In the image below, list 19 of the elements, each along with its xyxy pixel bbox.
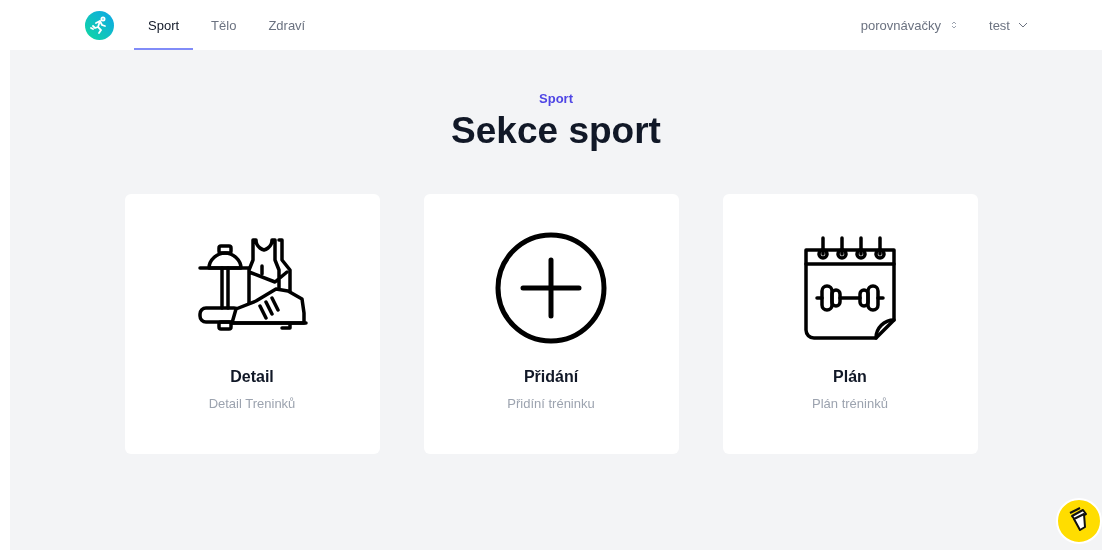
nav-tab[interactable]: Zdraví — [254, 0, 320, 50]
card-title: Přidání — [523, 368, 579, 386]
section-label: Sport — [539, 91, 573, 106]
logo-icon[interactable] — [85, 10, 114, 40]
coffee-button[interactable] — [1056, 498, 1102, 544]
page-title: Sekce sport — [451, 110, 661, 152]
card-link[interactable]: Plán Plán tréninků — [722, 194, 978, 454]
card-subtitle: Detail Treninků — [208, 396, 296, 411]
card-link[interactable]: Přidání Přidíní tréninku — [423, 194, 679, 454]
plus-circle-icon — [493, 230, 609, 346]
card-title: Detail — [230, 368, 274, 386]
card-subtitle: Přidíní tréninku — [507, 396, 595, 411]
selector-dropdown[interactable]: porovnávačky — [860, 17, 960, 33]
card-title: Plán — [833, 368, 867, 386]
user-menu[interactable]: test — [989, 17, 1028, 33]
chevron-down-icon — [1018, 20, 1028, 30]
card-link[interactable]: Detail Detail Treninků — [124, 194, 380, 454]
card-subtitle: Plán tréninků — [812, 396, 888, 411]
nav-tab[interactable]: Tělo — [197, 0, 251, 50]
